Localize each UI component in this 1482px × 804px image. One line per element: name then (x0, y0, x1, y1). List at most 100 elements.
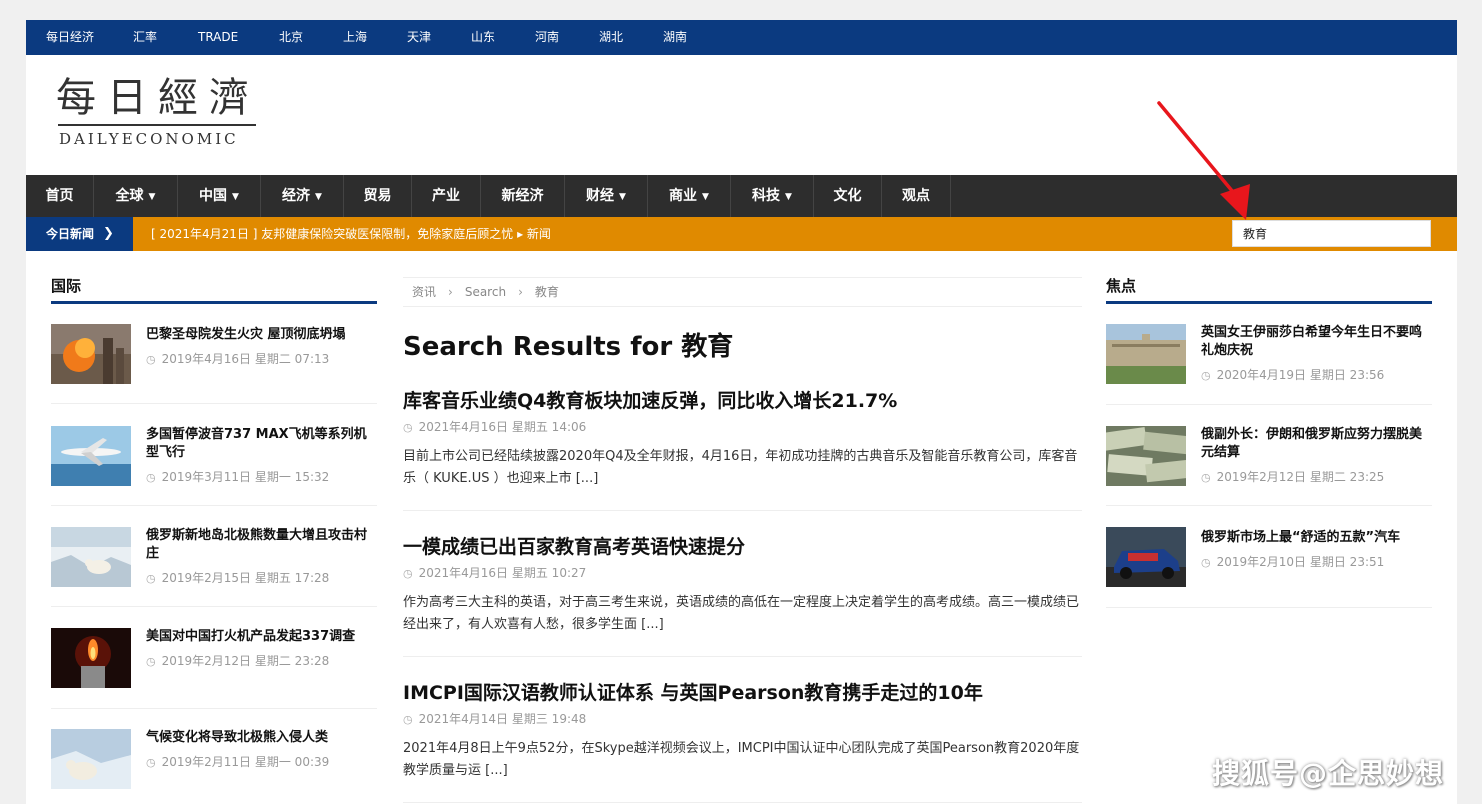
topbar-link-shanghai[interactable]: 上海 (343, 20, 367, 55)
list-item-title[interactable]: 美国对中国打火机产品发起337调查 (146, 628, 376, 646)
thumb-palace-image (1106, 324, 1186, 384)
clock-icon: ◷ (403, 713, 413, 726)
list-item-title[interactable]: 气候变化将导致北极熊入侵人类 (146, 729, 376, 747)
list-item-date: ◷ 2019年4月16日 星期二 07:13 (146, 352, 330, 366)
nav-item-china[interactable]: 中国 ▼ (178, 175, 261, 217)
clock-icon: ◷ (146, 471, 156, 484)
result-title[interactable]: 一模成绩已出百家教育高考英语快速提分 (403, 532, 745, 559)
divider (1106, 505, 1432, 506)
list-item-date: ◷ 2019年2月12日 星期二 23:25 (1201, 470, 1385, 484)
list-item[interactable]: 英国女王伊丽莎白希望今年生日不要鸣礼炮庆祝 ◷ 2020年4月19日 星期日 23… (1106, 324, 1432, 384)
nav-item-trade[interactable]: 贸易 (344, 175, 412, 217)
topbar-link-beijing[interactable]: 北京 (279, 20, 303, 55)
list-item[interactable]: 俄副外长：伊朗和俄罗斯应努力摆脱美元结算 ◷ 2019年2月12日 星期二 23:… (1106, 426, 1432, 486)
list-item-title[interactable]: 俄罗斯市场上最“舒适的五款”汽车 (1201, 529, 1431, 547)
nav-item-home[interactable]: 首页 (26, 175, 94, 217)
nav-item-business[interactable]: 商业 ▼ (648, 175, 731, 217)
nav-item-finance[interactable]: 财经 ▼ (565, 175, 648, 217)
breadcrumb-separator: › (518, 285, 523, 299)
list-item-date: ◷ 2019年3月11日 星期一 15:32 (146, 470, 330, 484)
list-item[interactable]: 气候变化将导致北极熊入侵人类 ◷ 2019年2月11日 星期一 00:39 (51, 729, 377, 789)
list-item-title[interactable]: 英国女王伊丽莎白希望今年生日不要鸣礼炮庆祝 (1201, 324, 1431, 360)
right-section-title: 焦点 (1106, 276, 1432, 304)
divider (51, 403, 377, 404)
nav-item-new-economy[interactable]: 新经济 (481, 175, 565, 217)
clock-icon: ◷ (146, 756, 156, 769)
chevron-down-icon: ▼ (148, 192, 156, 202)
clock-icon: ◷ (146, 353, 156, 366)
topbar-link-shandong[interactable]: 山东 (471, 20, 495, 55)
breadcrumb-item-current: 教育 (534, 285, 559, 299)
logo-english: DAILYECONOMIC (59, 130, 239, 148)
thumb-car-image (1106, 527, 1186, 587)
nav-item-industry[interactable]: 产业 (412, 175, 481, 217)
topbar-link-huilv[interactable]: 汇率 (133, 20, 157, 55)
clock-icon: ◷ (1201, 471, 1211, 484)
breadcrumb-item-news[interactable]: 资讯 (412, 285, 436, 299)
chevron-down-icon: ▼ (232, 192, 239, 202)
list-item[interactable]: 美国对中国打火机产品发起337调查 ◷ 2019年2月12日 星期二 23:28 (51, 628, 377, 688)
result-title[interactable]: 库客音乐业绩Q4教育板块加速反弹，同比收入增长21.7% (403, 386, 897, 413)
chevron-down-icon: ▼ (315, 192, 322, 202)
result-date: ◷ 2021年4月16日 星期五 10:27 (403, 566, 587, 580)
left-section-title: 国际 (51, 276, 377, 304)
nav-item-opinion[interactable]: 观点 (882, 175, 951, 217)
breadcrumb: 资讯 › Search › 教育 (403, 277, 1082, 307)
nav-item-economy[interactable]: 经济 ▼ (261, 175, 344, 217)
page-title: Search Results for 教育 (403, 332, 734, 362)
search-input[interactable] (1232, 220, 1431, 247)
breadcrumb-separator: › (448, 285, 453, 299)
list-item-date: ◷ 2019年2月10日 星期日 23:51 (1201, 555, 1385, 569)
result-excerpt: 目前上市公司已经陆续披露2020年Q4及全年财报，4月16日，年初成功挂牌的古典… (403, 449, 1078, 486)
topbar-link-meiri[interactable]: 每日经济 (46, 20, 94, 55)
thumb-polar-bear-image (51, 527, 131, 587)
breadcrumb-item-search[interactable]: Search (465, 285, 506, 299)
list-item[interactable]: 巴黎圣母院发生火灾 屋顶彻底坍塌 ◷ 2019年4月16日 星期二 07:13 (51, 324, 377, 384)
divider (403, 510, 1082, 511)
list-item-title[interactable]: 巴黎圣母院发生火灾 屋顶彻底坍塌 (146, 326, 376, 344)
chevron-right-icon: ❯ (103, 226, 114, 241)
result-date: ◷ 2021年4月16日 星期五 14:06 (403, 420, 587, 434)
thumb-fire-image (51, 324, 131, 384)
list-item[interactable]: 俄罗斯新地岛北极熊数量大增且攻击村庄 ◷ 2019年2月15日 星期五 17:28 (51, 527, 377, 587)
list-item-date: ◷ 2019年2月12日 星期二 23:28 (146, 654, 330, 668)
clock-icon: ◷ (403, 567, 413, 580)
divider (1106, 404, 1432, 405)
clock-icon: ◷ (1201, 369, 1211, 382)
clock-icon: ◷ (146, 572, 156, 585)
result-date: ◷ 2021年4月14日 星期三 19:48 (403, 712, 587, 726)
topbar-link-henan[interactable]: 河南 (535, 20, 559, 55)
ticker-label: 今日新闻 ❯ (26, 217, 133, 251)
list-item[interactable]: 多国暂停波音737 MAX飞机等系列机型飞行 ◷ 2019年3月11日 星期一 1… (51, 426, 377, 486)
red-arrow-icon (1157, 101, 1250, 220)
topbar-link-hubei[interactable]: 湖北 (599, 20, 623, 55)
list-item-title[interactable]: 多国暂停波音737 MAX飞机等系列机型飞行 (146, 426, 376, 462)
result-title[interactable]: IMCPI国际汉语教师认证体系 与英国Pearson教育携手走过的10年 (403, 678, 983, 705)
divider (1106, 607, 1432, 608)
list-item[interactable]: 俄罗斯市场上最“舒适的五款”汽车 ◷ 2019年2月10日 星期日 23:51 (1106, 527, 1432, 587)
topbar-link-tianjin[interactable]: 天津 (407, 20, 431, 55)
nav-item-culture[interactable]: 文化 (814, 175, 882, 217)
chevron-down-icon: ▼ (619, 192, 626, 202)
thumb-plane-image (51, 426, 131, 486)
ticker-headline[interactable]: [ 2021年4月21日 ] 友邦健康保险突破医保限制，免除家庭后顾之忧 ▸ 新… (151, 217, 551, 251)
thumb-dollars-image (1106, 426, 1186, 486)
divider (51, 708, 377, 709)
nav-item-global[interactable]: 全球 ▼ (94, 175, 178, 217)
chevron-down-icon: ▼ (702, 192, 709, 202)
result-excerpt: 作为高考三大主科的英语，对于高三考生来说，英语成绩的高低在一定程度上决定着学生的… (403, 595, 1080, 632)
nav-item-tech[interactable]: 科技 ▼ (731, 175, 814, 217)
topbar-link-hunan[interactable]: 湖南 (663, 20, 687, 55)
list-item-title[interactable]: 俄罗斯新地岛北极熊数量大增且攻击村庄 (146, 527, 376, 563)
divider (51, 505, 377, 506)
page: 每日经济 汇率 TRADE 北京 上海 天津 山东 河南 湖北 湖南 每日經濟 … (26, 20, 1457, 804)
list-item-date: ◷ 2020年4月19日 星期日 23:56 (1201, 368, 1385, 382)
thumb-polar-bear-image (51, 729, 131, 789)
logo-divider (58, 124, 256, 126)
clock-icon: ◷ (146, 655, 156, 668)
topbar-link-trade[interactable]: TRADE (198, 20, 238, 55)
result-excerpt: 2021年4月8日上午9点52分，在Skype越洋视频会议上，IMCPI中国认证… (403, 741, 1080, 778)
list-item-title[interactable]: 俄副外长：伊朗和俄罗斯应努力摆脱美元结算 (1201, 426, 1431, 462)
top-bar: 每日经济 汇率 TRADE 北京 上海 天津 山东 河南 湖北 湖南 (26, 20, 1457, 55)
divider (51, 606, 377, 607)
